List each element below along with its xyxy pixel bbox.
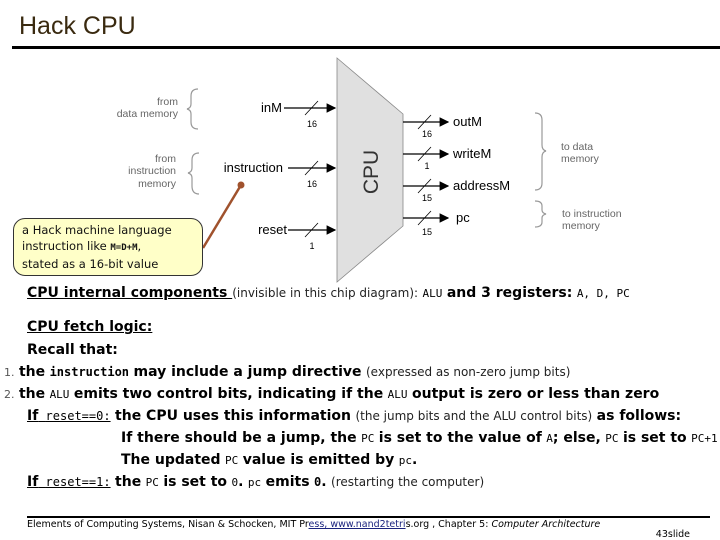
fetch-heading: CPU fetch logic: <box>27 319 153 335</box>
internal-components-line: CPU internal components (invisible in th… <box>27 285 630 301</box>
item-code: instruction <box>49 365 130 379</box>
internal-heading: CPU internal components <box>27 285 233 301</box>
reset1-text: . <box>321 474 327 490</box>
reset1-if: If <box>27 474 39 490</box>
jump-line: If there should be a jump, the PC is set… <box>121 430 718 446</box>
updated-text: . <box>411 452 418 468</box>
jump-text: is set to <box>622 430 687 446</box>
item-code: ALU <box>387 388 408 401</box>
reset0-text: the CPU uses this information <box>115 408 351 424</box>
internal-alu: ALU <box>422 287 443 300</box>
brace-to-data-memory <box>534 112 547 191</box>
output-label-addressM: addressM <box>453 178 510 193</box>
jump-text: If there should be a jump, the <box>121 430 357 446</box>
reset0-line: If reset==0: the CPU uses this informati… <box>27 408 681 424</box>
input-label-instruction: instruction <box>224 160 283 175</box>
updated-code: PC <box>225 454 239 467</box>
footer-divider <box>27 516 710 518</box>
reset0-if: If <box>27 408 39 424</box>
instruction-callout: a Hack machine language instruction like… <box>13 218 203 276</box>
recall-item-1: 1. the instruction may include a jump di… <box>4 364 570 380</box>
dest-label-data-memory-1: to data <box>561 141 593 153</box>
reset1-text: . <box>238 474 244 490</box>
jump-code: A <box>546 432 553 445</box>
brace-to-instruction-memory <box>534 200 547 228</box>
reset1-line: If reset==1: the PC is set to 0. pc emit… <box>27 474 484 490</box>
item-code: ALU <box>49 388 70 401</box>
recall-item-2: 2. the ALU emits two control bits, indic… <box>4 386 659 402</box>
item-text: output is zero or less than zero <box>411 386 660 402</box>
source-label-data-memory-2: data memory <box>117 108 179 120</box>
footer-citation: Elements of Computing Systems, Nisan & S… <box>27 519 600 530</box>
bus-width-reset: 1 <box>309 241 314 251</box>
internal-registers: A, D, PC <box>576 287 630 300</box>
callout-punct: , <box>137 239 142 253</box>
brace-instruction-memory <box>187 152 200 195</box>
footer-text: Elements of Computing Systems, Nisan & S… <box>27 519 309 530</box>
jump-text: ; else, <box>552 430 601 446</box>
reset1-text: emits <box>265 474 310 490</box>
output-label-writeM: writeM <box>452 146 491 161</box>
reset1-note: (restarting the computer) <box>331 475 485 489</box>
reset1-code: PC <box>145 476 159 489</box>
callout-code: M=D+M <box>110 243 138 253</box>
recall-text: Recall that: <box>27 342 118 358</box>
item-note: (expressed as non-zero jump bits) <box>365 365 571 379</box>
slide-number: 43slide <box>655 529 690 540</box>
footer-chapter: Computer Architecture <box>491 519 601 530</box>
footer-text: s.org , Chapter 5: <box>405 519 492 530</box>
output-label-outM: outM <box>453 114 482 129</box>
callout-line-3: stated as a 16-bit value <box>22 257 159 271</box>
updated-text: The updated <box>121 452 221 468</box>
input-label-reset: reset <box>258 222 287 237</box>
bus-width-addressM: 15 <box>422 193 432 203</box>
internal-and-text: and 3 registers: <box>446 285 573 301</box>
dest-label-instr-memory-1: to instruction <box>562 208 622 220</box>
bus-width-instruction: 16 <box>307 179 317 189</box>
reset1-text: is set to <box>163 474 228 490</box>
item-text: the <box>18 364 46 380</box>
reset1-condition: reset==1: <box>45 475 111 489</box>
bus-width-inM: 16 <box>307 119 317 129</box>
reset1-text: the <box>115 474 142 490</box>
updated-text: value is emitted by <box>242 452 395 468</box>
updated-pc-line: The updated PC value is emitted by pc. <box>121 452 417 468</box>
source-label-instr-memory-2: instruction <box>128 165 176 177</box>
reset0-note: (the jump bits and the ALU control bits) <box>355 409 593 423</box>
jump-code: PC <box>361 432 375 445</box>
bus-width-outM: 16 <box>422 129 432 139</box>
jump-code: PC+1 <box>691 432 718 445</box>
callout-pointer-dot <box>237 181 245 189</box>
dest-label-data-memory-2: memory <box>561 153 600 165</box>
brace-data-memory <box>186 88 199 130</box>
cpu-chip-label: CPU <box>360 150 383 194</box>
bus-width-writeM: 1 <box>424 161 429 171</box>
callout-line-2: instruction like M=D+M, <box>22 238 194 256</box>
item-text: emits two control bits, indicating if th… <box>73 386 384 402</box>
source-label-instr-memory-3: memory <box>138 178 177 190</box>
jump-text: is set to the value of <box>378 430 542 446</box>
reset1-code: pc <box>247 476 262 489</box>
callout-text: instruction like <box>22 239 111 253</box>
footer-link[interactable]: ess, www.nand2tetri <box>309 519 406 530</box>
source-label-instr-memory-1: from <box>155 153 176 165</box>
callout-line-1: a Hack machine language <box>22 223 172 237</box>
item-number: 2. <box>4 388 15 401</box>
dest-label-instr-memory-2: memory <box>562 220 601 232</box>
reset0-text: as follows: <box>596 408 682 424</box>
item-text: the <box>18 386 46 402</box>
bus-width-pc: 15 <box>422 227 432 237</box>
output-label-pc: pc <box>456 210 470 225</box>
input-label-inM: inM <box>261 100 282 115</box>
internal-note: (invisible in this chip diagram): <box>232 286 419 300</box>
reset0-condition: reset==0: <box>45 409 111 423</box>
updated-code: pc <box>398 454 412 467</box>
source-label-data-memory-1: from <box>157 96 178 108</box>
item-text: may include a jump directive <box>133 364 362 380</box>
item-number: 1. <box>4 366 15 379</box>
jump-code: PC <box>605 432 619 445</box>
callout-pointer <box>201 184 243 249</box>
